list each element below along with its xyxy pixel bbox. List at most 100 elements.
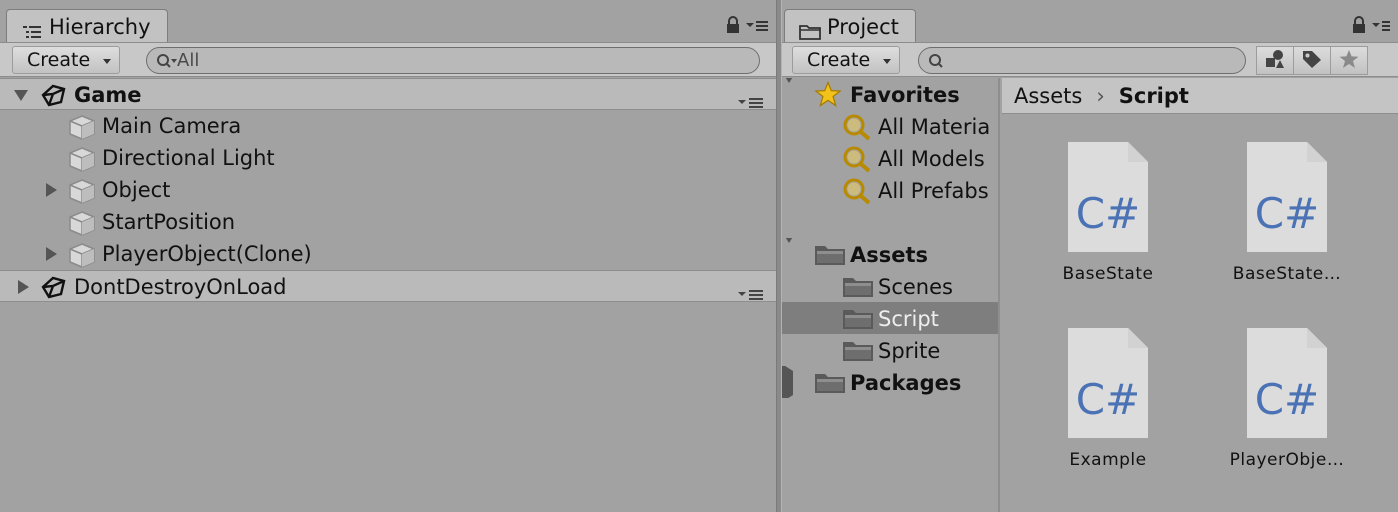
- tree-label: Favorites: [850, 83, 960, 107]
- gameobject-name: Object: [102, 178, 171, 202]
- breadcrumb-root[interactable]: Assets: [1014, 78, 1082, 114]
- csharp-file-icon: C#: [1068, 142, 1148, 252]
- project-tabbar: Project: [782, 0, 1398, 43]
- asset-name: BaseState…: [1232, 264, 1342, 284]
- fold-closed-icon[interactable]: [18, 280, 29, 294]
- dropdown-arrow-icon: [883, 59, 891, 64]
- folder-icon: [842, 306, 874, 334]
- search-filter-icon: [842, 113, 872, 142]
- lock-icon[interactable]: [726, 16, 740, 38]
- tree-item-folder[interactable]: Scenes: [782, 270, 998, 302]
- gameobject-row[interactable]: StartPosition: [0, 206, 776, 238]
- panel-menu-icon[interactable]: [1372, 18, 1390, 37]
- csharp-file-icon: C#: [1247, 142, 1327, 252]
- asset-name: PlayerObje…: [1229, 450, 1345, 470]
- gameobject-name: StartPosition: [102, 210, 236, 234]
- filter-by-label-button[interactable]: [1293, 46, 1331, 75]
- gameobject-row[interactable]: PlayerObject(Clone): [0, 238, 776, 270]
- tree-item-folder-selected[interactable]: Script: [782, 302, 998, 334]
- hierarchy-tab-controls: [726, 16, 768, 38]
- csharp-file-icon: C#: [1247, 328, 1327, 438]
- fold-closed-icon[interactable]: [782, 366, 793, 398]
- panel-menu-icon[interactable]: [738, 279, 764, 311]
- hierarchy-search[interactable]: [146, 47, 760, 74]
- asset-item[interactable]: C# BaseState…: [1212, 140, 1362, 284]
- search-filter-icon: [842, 177, 872, 206]
- tree-item-favorites[interactable]: Favorites: [782, 78, 998, 110]
- breadcrumb-current[interactable]: Script: [1119, 78, 1189, 114]
- tree-label: All Models: [878, 147, 985, 171]
- project-create-button[interactable]: Create: [792, 46, 900, 74]
- hierarchy-list-icon: [21, 18, 43, 38]
- tree-item-assets[interactable]: Assets: [782, 238, 998, 270]
- search-icon: [928, 53, 946, 73]
- tree-label: Assets: [850, 243, 929, 267]
- tree-item-favorite-search[interactable]: All Models: [782, 142, 998, 174]
- create-label: Create: [27, 49, 91, 71]
- star-icon: [814, 80, 842, 110]
- panel-menu-icon[interactable]: [746, 18, 768, 37]
- filter-by-type-icon: [1264, 49, 1286, 73]
- fold-open-icon[interactable]: [14, 90, 28, 101]
- project-folder-tree: Favorites All Materia All Models All Pre…: [782, 78, 1000, 512]
- fold-closed-icon[interactable]: [46, 183, 57, 197]
- tab-project[interactable]: Project: [784, 9, 916, 43]
- tree-label: Packages: [850, 371, 962, 395]
- asset-name: Example: [1069, 450, 1147, 470]
- csharp-label: C#: [1076, 375, 1141, 424]
- gameobject-row[interactable]: Main Camera: [0, 110, 776, 142]
- gameobject-row[interactable]: Object: [0, 174, 776, 206]
- hierarchy-create-button[interactable]: Create: [12, 46, 120, 74]
- csharp-label: C#: [1255, 189, 1320, 238]
- asset-item[interactable]: C# Example: [1033, 326, 1183, 470]
- create-label: Create: [807, 49, 871, 71]
- tree-item-packages[interactable]: Packages: [782, 366, 998, 398]
- scene-row-game[interactable]: Game: [0, 78, 776, 110]
- asset-item[interactable]: C# BaseState: [1033, 140, 1183, 284]
- tree-label: Sprite: [878, 339, 941, 363]
- project-tab-controls: [1352, 16, 1390, 38]
- fold-closed-icon[interactable]: [46, 247, 57, 261]
- folder-icon: [842, 274, 874, 302]
- tag-icon: [1301, 49, 1323, 73]
- dropdown-arrow-icon: [103, 59, 111, 64]
- project-asset-grid: Assets › Script C# BaseState C# BaseStat…: [1002, 78, 1398, 512]
- folder-icon: [842, 338, 874, 366]
- tree-label: All Prefabs: [878, 179, 989, 203]
- asset-item[interactable]: C# PlayerObje…: [1212, 326, 1362, 470]
- hierarchy-list: Game Main Camera Directional Light Objec…: [0, 78, 776, 302]
- tree-item-favorite-search[interactable]: All Prefabs: [782, 174, 998, 206]
- csharp-file-icon: C#: [1068, 328, 1148, 438]
- tab-label: Project: [827, 14, 899, 39]
- tree-item-folder[interactable]: Sprite: [782, 334, 998, 366]
- filter-by-type-button[interactable]: [1256, 46, 1294, 75]
- csharp-label: C#: [1076, 189, 1141, 238]
- tree-item-favorite-search[interactable]: All Materia: [782, 110, 998, 142]
- gameobject-name: PlayerObject(Clone): [102, 242, 312, 266]
- lock-icon[interactable]: [1352, 16, 1366, 38]
- save-search-button[interactable]: [1330, 46, 1368, 75]
- scene-row-dontdestroyonload[interactable]: DontDestroyOnLoad: [0, 270, 776, 302]
- project-search[interactable]: [918, 47, 1246, 74]
- gameobject-row[interactable]: Directional Light: [0, 142, 776, 174]
- fold-open-icon[interactable]: [782, 78, 796, 107]
- folder-icon: [814, 370, 846, 398]
- scene-name: DontDestroyOnLoad: [74, 275, 287, 299]
- star-icon: [1338, 49, 1360, 73]
- tree-label: All Materia: [878, 115, 991, 139]
- project-search-input[interactable]: [949, 48, 1210, 73]
- search-icon: [156, 53, 178, 73]
- breadcrumb: Assets › Script: [1002, 78, 1398, 114]
- hierarchy-tabbar: Hierarchy: [0, 0, 776, 43]
- asset-name: BaseState: [1062, 264, 1154, 284]
- gameobject-name: Main Camera: [102, 114, 242, 138]
- hierarchy-panel: Hierarchy Create All Game Main Camera Di…: [0, 0, 776, 512]
- tree-label: Scenes: [878, 275, 953, 299]
- fold-open-icon[interactable]: [782, 238, 796, 267]
- search-filter-icon: [842, 145, 872, 174]
- hierarchy-search-input[interactable]: [177, 48, 667, 73]
- unity-scene-icon: [40, 275, 66, 308]
- breadcrumb-separator: ›: [1096, 83, 1105, 108]
- hierarchy-toolbar: Create: [0, 42, 776, 77]
- tab-hierarchy[interactable]: Hierarchy: [6, 9, 168, 43]
